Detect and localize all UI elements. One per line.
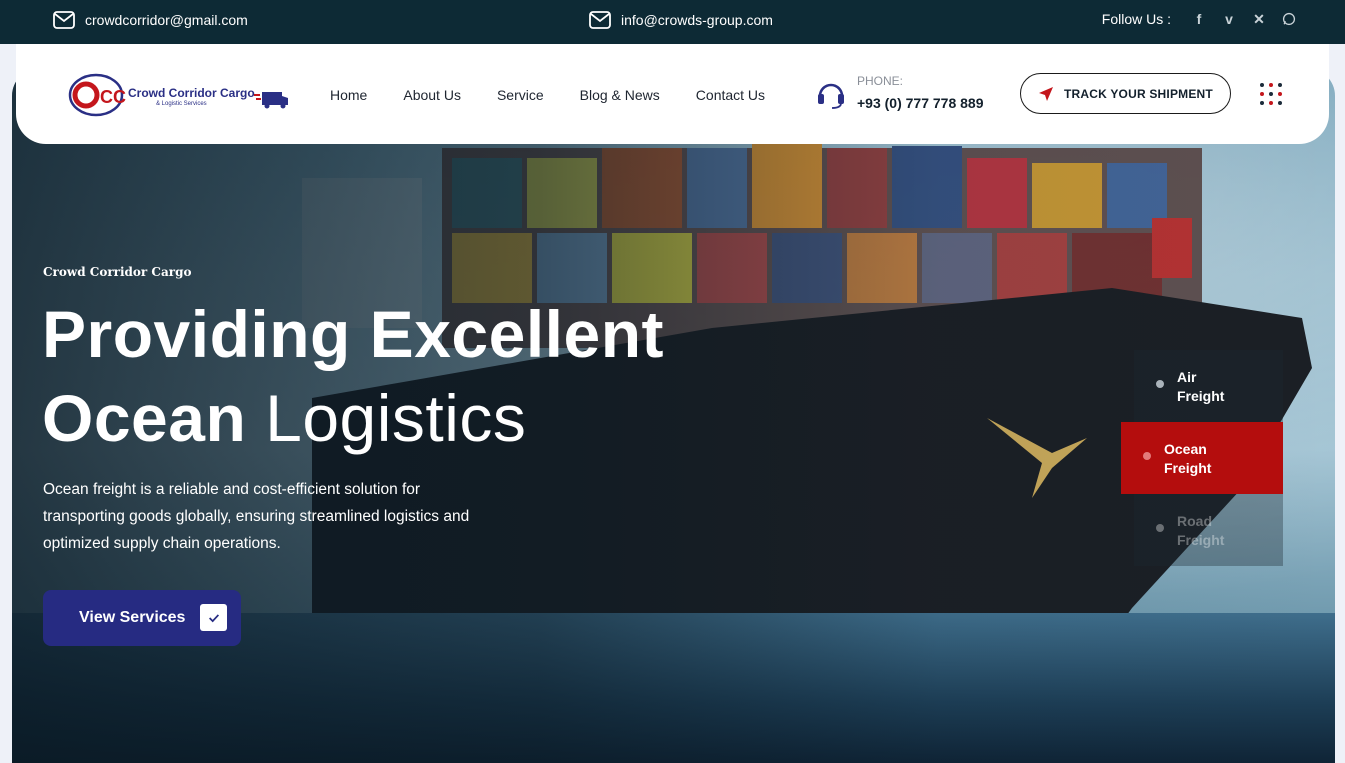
nav-about-us[interactable]: About Us (403, 87, 461, 103)
logo-subtitle: & Logistic Services (156, 101, 207, 107)
follow-label: Follow Us : (1101, 11, 1171, 27)
email-2-text: info@crowds-group.com (621, 12, 773, 28)
tab-road-freight[interactable]: Road Freight (1134, 494, 1283, 566)
tab-road-line1: Road (1177, 513, 1212, 529)
mail-icon (53, 11, 75, 29)
email-1-text: crowdcorridor@gmail.com (85, 12, 248, 28)
track-shipment-button[interactable]: TRACK YOUR SHIPMENT (1020, 73, 1231, 114)
logo-mark-icon: CC (68, 73, 126, 117)
hero-title-light: Logistics (265, 381, 527, 455)
phone-number: +93 (0) 777 778 889 (857, 95, 984, 111)
nav-contact-us[interactable]: Contact Us (696, 87, 765, 103)
whatsapp-icon[interactable] (1281, 11, 1297, 27)
hero-title-line1: Providing Excellent (42, 297, 664, 371)
tab-air-line1: Air (1177, 369, 1197, 385)
hero-title-line2: Ocean Logistics (42, 376, 664, 460)
email-contact-2[interactable]: info@crowds-group.com (589, 11, 773, 29)
nav-blog-news[interactable]: Blog & News (580, 87, 660, 103)
logo-name: Crowd Corridor Cargo (128, 86, 255, 100)
hero-title: Providing Excellent Ocean Logistics (42, 292, 664, 460)
brand-logo[interactable]: CC Crowd Corridor Cargo & Logistic Servi… (68, 70, 290, 122)
tab-ocean-freight[interactable]: Ocean Freight (1121, 422, 1283, 494)
tab-air-line2: Freight (1177, 388, 1225, 404)
view-services-label: View Services (79, 609, 186, 626)
top-bar: crowdcorridor@gmail.com info@crowds-grou… (0, 0, 1345, 44)
nav-service[interactable]: Service (497, 87, 544, 103)
track-button-label: TRACK YOUR SHIPMENT (1064, 86, 1213, 101)
freight-tabs: Air Freight Ocean Freight Road Freight (1121, 350, 1283, 566)
main-navigation: Home About Us Service Blog & News Contac… (330, 87, 765, 103)
tab-ocean-line1: Ocean (1164, 441, 1207, 457)
nav-home[interactable]: Home (330, 87, 367, 103)
tab-dot (1156, 524, 1164, 532)
hero-title-bold: Ocean (42, 381, 247, 455)
check-icon (200, 604, 227, 631)
tab-dot (1143, 452, 1151, 460)
headset-icon (818, 83, 844, 109)
x-icon[interactable]: ✕ (1251, 11, 1267, 27)
mail-icon (589, 11, 611, 29)
navigation-arrow-icon (1039, 86, 1054, 101)
phone-label: PHONE: (857, 74, 904, 88)
tab-road-line2: Freight (1177, 532, 1225, 548)
hero-description: Ocean freight is a reliable and cost-eff… (43, 481, 470, 552)
tab-ocean-line2: Freight (1164, 460, 1212, 476)
truck-icon (254, 92, 288, 109)
logo-mark-text: CC (100, 87, 126, 107)
tab-dot (1156, 380, 1164, 388)
view-services-button[interactable]: View Services (43, 590, 241, 646)
menu-grid-icon[interactable] (1260, 83, 1282, 105)
site-header: CC Crowd Corridor Cargo & Logistic Servi… (16, 44, 1329, 144)
email-contact-1[interactable]: crowdcorridor@gmail.com (53, 11, 248, 29)
tab-air-freight[interactable]: Air Freight (1134, 350, 1283, 422)
facebook-icon[interactable]: f (1191, 11, 1207, 27)
social-links: Follow Us : f v ✕ (1102, 11, 1297, 27)
hero-kicker: Crowd Corridor Cargo (43, 265, 192, 279)
vimeo-icon[interactable]: v (1221, 11, 1237, 27)
